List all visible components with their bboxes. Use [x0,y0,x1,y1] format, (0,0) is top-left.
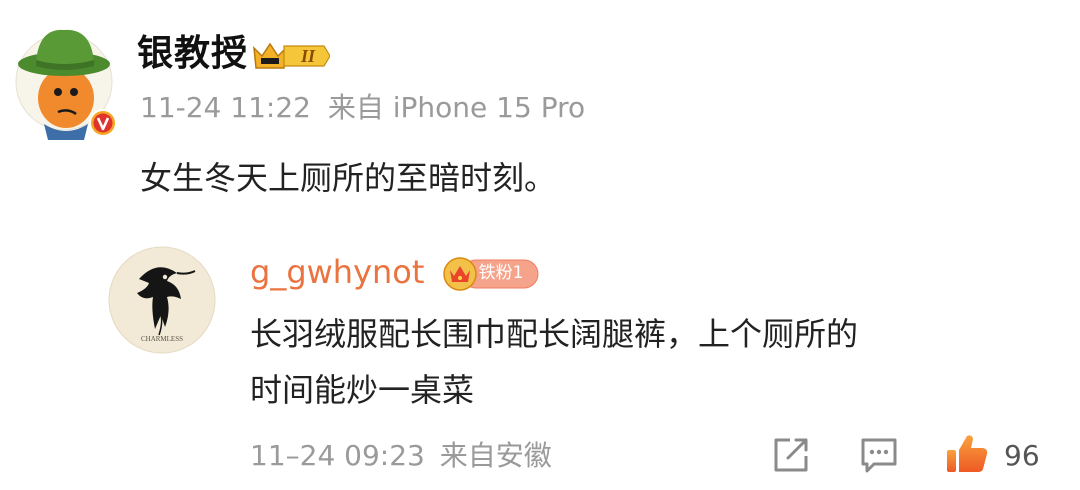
post-meta: 11-24 11:22 来自 iPhone 15 Pro [140,88,585,128]
comment-timestamp: 11–24 09:23 [250,439,425,472]
verified-v-icon [88,108,118,138]
commenter-avatar[interactable]: CHARMLESS [107,245,217,355]
like-count: 96 [1004,439,1040,472]
post-timestamp: 11-24 11:22 [140,91,311,124]
thumbs-up-icon[interactable] [944,430,990,476]
comment-text-line-2: 时间能炒一桌菜 [250,371,475,409]
avatar-caption: CHARMLESS [141,335,183,343]
comment-icon[interactable] [858,434,900,476]
comment-text-line-1: 长羽绒服配长围巾配长阔腿裤，上个厕所的 [250,315,859,353]
comment-meta: 11–24 09:23 来自安徽 [250,436,552,476]
author-avatar[interactable] [14,20,118,140]
member-level-label: II [300,46,315,66]
comment-source: 来自安徽 [439,439,552,472]
author-name[interactable]: 银教授 [137,30,248,78]
share-icon[interactable] [770,434,812,476]
fan-badge[interactable]: 铁粉1 [442,256,540,292]
commenter-username[interactable]: g_gwhynot [250,250,424,294]
post-source: 来自 iPhone 15 Pro [327,91,586,124]
member-crown-badge[interactable]: II [252,38,331,74]
post-text: 女生冬天上厕所的至暗时刻。 [140,159,557,197]
fan-badge-label: 铁粉1 [478,263,524,283]
comment-text: 长羽绒服配长围巾配长阔腿裤，上个厕所的 时间能炒一桌菜 [250,306,1040,418]
crown-icon [253,42,287,69]
